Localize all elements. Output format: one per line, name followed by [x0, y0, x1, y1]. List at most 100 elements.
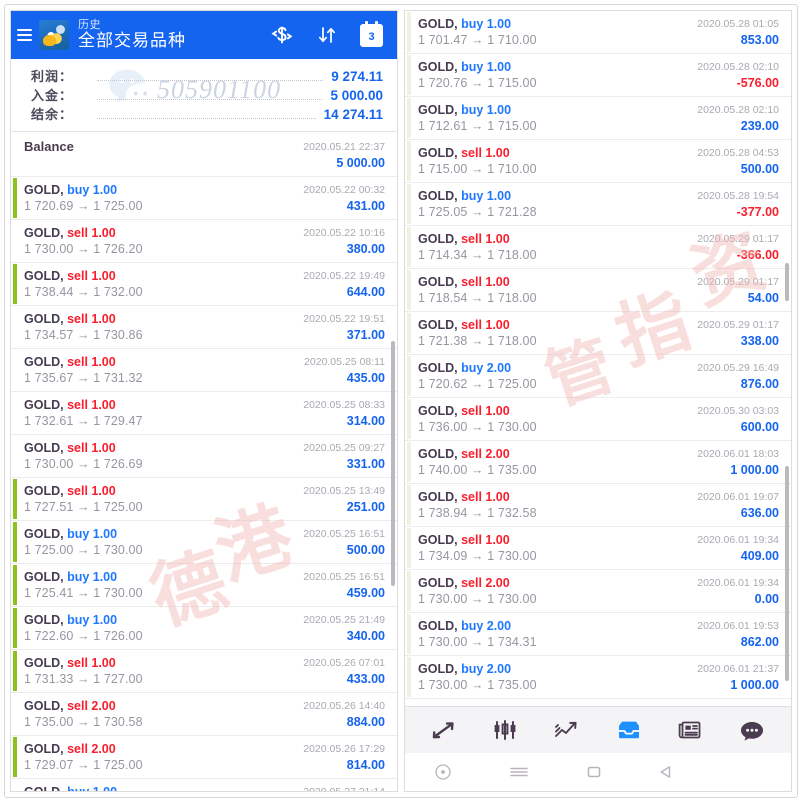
- deal-row-flag: [407, 141, 411, 181]
- deal-row[interactable]: GOLD, sell 1.00 1 718.54 → 1 718.00 2020.0…: [405, 269, 791, 312]
- deal-row[interactable]: GOLD, buy 1.001 705.99 → 1 695.462020.05…: [11, 779, 397, 791]
- deal-row[interactable]: GOLD, buy 1.00 1 725.05 → 1 721.28 2020.05…: [405, 183, 791, 226]
- deal-row[interactable]: GOLD, sell 2.00 1 729.07 → 1 725.00 2020.0…: [11, 736, 397, 779]
- deal-symbol-line: GOLD, sell 2.00: [24, 698, 295, 714]
- deal-row[interactable]: GOLD, sell 2.00 1 740.00 → 1 735.00 2020.0…: [405, 441, 791, 484]
- deal-row[interactable]: GOLD, sell 1.00 1 730.00 → 1 726.69 2020.0…: [11, 435, 397, 478]
- deal-prices: 1 701.47 → 1 710.00: [418, 33, 537, 47]
- deal-row[interactable]: GOLD, sell 1.00 1 732.61 → 1 729.47 2020.0…: [11, 392, 397, 435]
- deal-row[interactable]: GOLD, sell 2.00 1 730.00 → 1 730.00 2020.0…: [405, 570, 791, 613]
- deal-time: 2020.05.26 17:29: [303, 743, 385, 755]
- deal-symbol-line: GOLD, sell 1.00: [24, 311, 295, 327]
- balance-label: Balance: [24, 139, 74, 154]
- deal-row-flag: [407, 442, 411, 482]
- deal-row[interactable]: GOLD, sell 1.00 1 734.57 → 1 730.86 2020.0…: [11, 306, 397, 349]
- deal-row[interactable]: GOLD, sell 1.00 1 738.94 → 1 732.58 2020.0…: [405, 484, 791, 527]
- summary-label-deposit: 入金：: [31, 88, 74, 103]
- deal-row-main: GOLD, buy 1.00 1 712.61 → 1 715.00: [418, 102, 689, 134]
- deal-time: 2020.05.26 07:01: [303, 657, 385, 669]
- deal-row[interactable]: GOLD, buy 1.00 1 725.41 → 1 730.00 2020.05…: [11, 564, 397, 607]
- deal-profit: 251.00: [346, 500, 385, 514]
- calendar-icon[interactable]: 3: [360, 20, 383, 47]
- deal-symbol: GOLD,: [24, 527, 68, 541]
- deal-symbol-line: GOLD, buy 1.00: [24, 526, 295, 542]
- deal-row[interactable]: GOLD, buy 1.00 1 701.47 → 1 710.00 2020.05…: [405, 11, 791, 54]
- deal-row-main: GOLD, sell 1.00 1 715.00 → 1 710.00: [418, 145, 689, 177]
- deal-prices: 1 715.00 → 1 710.00: [418, 162, 537, 176]
- deal-row[interactable]: GOLD, buy 2.00 1 720.62 → 1 725.00 2020.05…: [405, 355, 791, 398]
- deal-row[interactable]: GOLD, buy 1.00 1 712.61 → 1 715.00 2020.05…: [405, 97, 791, 140]
- deal-profit: 409.00: [740, 549, 779, 563]
- deal-row-flag: [407, 657, 411, 697]
- deal-row[interactable]: GOLD, sell 1.00 1 730.00 → 1 726.20 2020.0…: [11, 220, 397, 263]
- currency-filter-icon[interactable]: [270, 23, 294, 47]
- deal-direction-volume: sell 2.00: [461, 447, 510, 461]
- deal-direction-volume: sell 1.00: [461, 318, 510, 332]
- deal-symbol-line: GOLD, sell 2.00: [418, 575, 689, 591]
- dot-leader: [97, 71, 324, 81]
- deal-symbol-line: GOLD, sell 1.00: [24, 225, 295, 241]
- deal-row-main: GOLD, sell 1.00 1 731.33 → 1 727.00: [24, 655, 295, 687]
- deal-profit: 600.00: [740, 420, 779, 434]
- deal-row-flag: [13, 694, 17, 734]
- deal-row[interactable]: GOLD, buy 1.00 1 720.76 → 1 715.00 2020.05…: [405, 54, 791, 97]
- android-home-square-icon[interactable]: [556, 753, 632, 791]
- deal-row[interactable]: GOLD, buy 1.00 1 720.69 → 1 725.00 2020.05…: [11, 177, 397, 220]
- deal-row[interactable]: GOLD, sell 1.00 1 714.34 → 1 718.00 2020.0…: [405, 226, 791, 269]
- deal-row-main: GOLD, buy 2.00 1 730.00 → 1 734.31: [418, 618, 689, 650]
- summary-value-balance: 14 274.11: [323, 107, 383, 122]
- android-menu-icon[interactable]: [481, 753, 557, 791]
- deal-row-meta: 2020.06.01 19:34 0.00: [689, 575, 779, 607]
- deal-row[interactable]: GOLD, sell 1.00 1 734.09 → 1 730.00 2020.0…: [405, 527, 791, 570]
- deal-row[interactable]: GOLD, sell 1.00 1 721.38 → 1 718.00 2020.0…: [405, 312, 791, 355]
- left-scrollbar-thumb[interactable]: [391, 341, 395, 586]
- news-icon[interactable]: [673, 715, 707, 745]
- deal-profit: 433.00: [346, 672, 385, 686]
- deal-symbol: GOLD,: [24, 183, 68, 197]
- deal-prices: 1 718.54 → 1 718.00: [418, 291, 537, 305]
- deal-row[interactable]: GOLD, sell 1.00 1 735.67 → 1 731.32 2020.0…: [11, 349, 397, 392]
- left-history-list[interactable]: Balance 2020.05.21 22:37 5 000.00 GOLD, buy…: [11, 132, 397, 791]
- deal-symbol-line: GOLD, buy 1.00: [24, 569, 295, 585]
- chat-bubble-icon[interactable]: [735, 715, 769, 745]
- bottom-toolbar: [405, 706, 791, 753]
- hamburger-menu-icon[interactable]: [17, 26, 35, 44]
- candlestick-chart-icon[interactable]: [488, 715, 522, 745]
- right-scrollbar-thumb-lower[interactable]: [785, 466, 789, 681]
- trade-arrow-icon[interactable]: [427, 715, 461, 745]
- deal-profit: 331.00: [346, 457, 385, 471]
- deal-row-meta: 2020.05.26 14:40 884.00: [295, 698, 385, 730]
- line-chart-icon[interactable]: [550, 715, 584, 745]
- deal-row-flag: [13, 737, 17, 777]
- right-history-list[interactable]: GOLD, buy 1.00 1 701.47 → 1 710.00 2020.05…: [405, 11, 791, 785]
- deal-row[interactable]: GOLD, sell 1.00 1 731.33 → 1 727.00 2020.0…: [11, 650, 397, 693]
- inbox-history-icon[interactable]: [612, 715, 646, 745]
- deal-symbol: GOLD,: [418, 103, 462, 117]
- deal-direction-volume: buy 2.00: [461, 619, 512, 633]
- deal-direction-volume: sell 1.00: [67, 226, 116, 240]
- deal-row[interactable]: GOLD, buy 1.00 1 725.00 → 1 730.00 2020.05…: [11, 521, 397, 564]
- deal-row[interactable]: GOLD, sell 1.00 1 738.44 → 1 732.00 2020.0…: [11, 263, 397, 306]
- deal-row[interactable]: GOLD, sell 1.00 1 736.00 → 1 730.00 2020.0…: [405, 398, 791, 441]
- deal-row[interactable]: GOLD, buy 2.00 1 730.00 → 1 734.31 2020.06…: [405, 613, 791, 656]
- deal-symbol: GOLD,: [418, 189, 462, 203]
- deal-symbol: GOLD,: [418, 361, 462, 375]
- right-scrollbar-thumb-upper[interactable]: [785, 263, 789, 301]
- android-recent-dot-icon[interactable]: [405, 753, 481, 791]
- deal-row[interactable]: GOLD, buy 2.00 1 730.00 → 1 735.00 2020.06…: [405, 656, 791, 699]
- deal-row-meta: 2020.05.30 03:03 600.00: [689, 403, 779, 435]
- balance-row[interactable]: Balance 2020.05.21 22:37 5 000.00: [11, 132, 397, 177]
- deal-row[interactable]: GOLD, sell 2.00 1 735.00 → 1 730.58 2020.0…: [11, 693, 397, 736]
- deal-time: 2020.05.29 01:17: [697, 276, 779, 288]
- deal-row[interactable]: GOLD, buy 1.00 1 722.60 → 1 726.00 2020.05…: [11, 607, 397, 650]
- deal-row[interactable]: GOLD, sell 1.00 1 715.00 → 1 710.00 2020.0…: [405, 140, 791, 183]
- deal-prices: 1 729.07 → 1 725.00: [24, 758, 143, 772]
- deal-row-main: GOLD, buy 2.00 1 720.62 → 1 725.00: [418, 360, 689, 392]
- deal-direction-volume: buy 2.00: [461, 361, 512, 375]
- deal-prices: 1 730.00 → 1 730.00: [418, 592, 537, 606]
- sort-arrows-icon[interactable]: [315, 23, 339, 47]
- deal-row[interactable]: GOLD, sell 1.00 1 727.51 → 1 725.00 2020.0…: [11, 478, 397, 521]
- android-back-triangle-icon[interactable]: [632, 753, 700, 791]
- deal-row-meta: 2020.05.25 08:11 435.00: [296, 354, 385, 386]
- screenshot-root: 历史 全部交易品种 3 505901100 利润： 9 274.11 入金： 5…: [0, 0, 802, 802]
